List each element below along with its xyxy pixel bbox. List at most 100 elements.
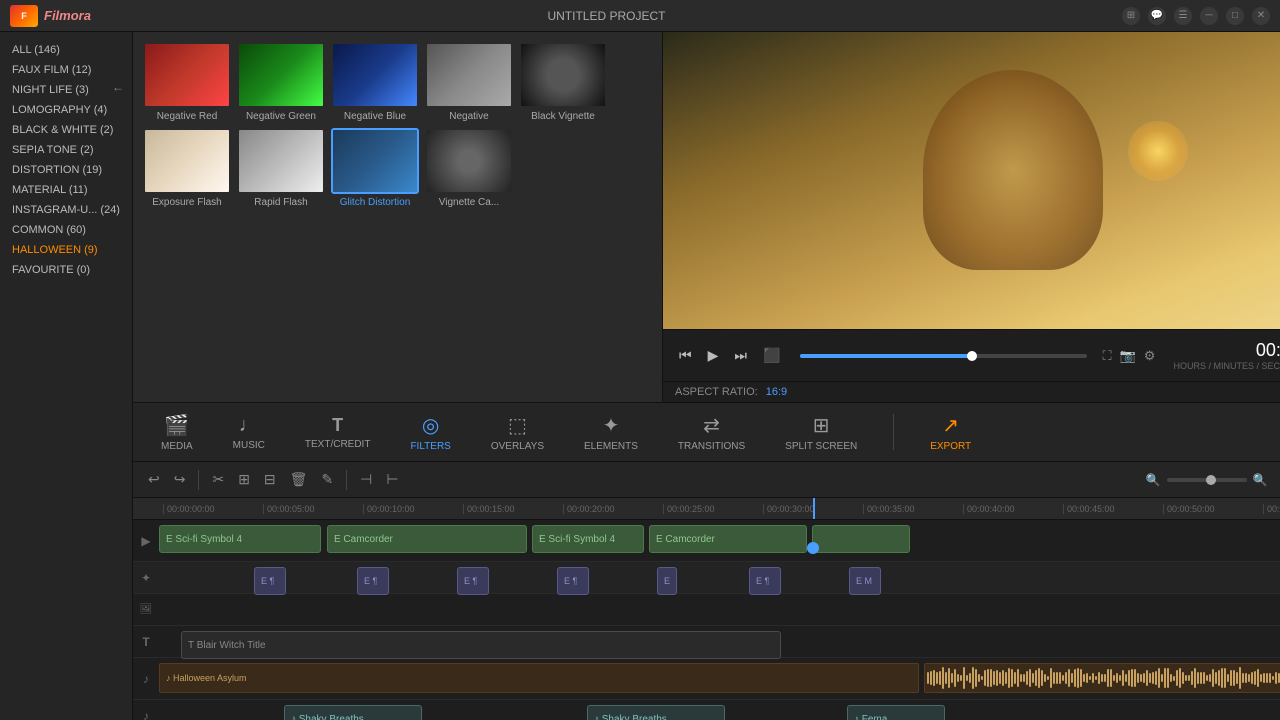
clip-sci-fi-1[interactable]: E Sci-fi Symbol 4 — [159, 525, 321, 553]
toolbar-music[interactable]: ♩ MUSIC — [225, 410, 273, 455]
track-audio2-content: ♪ Shaky Breaths ♪ Shaky Breaths ♪ Fema..… — [159, 700, 1280, 720]
sidebar-item-lomography[interactable]: LOMOGRAPHY (4) — [0, 100, 132, 120]
ruler-mark: 00:00:10:00 — [363, 504, 463, 514]
app-logo: F Filmora — [10, 5, 91, 27]
window-close-btn[interactable]: ✕ — [1252, 7, 1270, 25]
play-btn[interactable]: ▶ — [704, 345, 723, 366]
sidebar-item-all[interactable]: ALL (146) — [0, 40, 132, 60]
audio-halloween-cont[interactable] — [924, 663, 1280, 693]
filter-negative-red[interactable]: Negative Red — [143, 42, 231, 122]
ruler-mark: 00:00:40:00 — [963, 504, 1063, 514]
track-audio1: ♪ ♪ Halloween Asylum — [133, 658, 1280, 700]
elements-label: ELEMENTS — [584, 441, 638, 452]
export-icon: ↗ — [942, 413, 959, 438]
overlays-label: OVERLAYS — [491, 441, 544, 452]
clip-shaky-2[interactable]: ♪ Shaky Breaths — [587, 705, 725, 720]
window-maximize-btn[interactable]: □ — [1226, 7, 1244, 25]
redo-btn[interactable]: ↪ — [169, 469, 191, 490]
toolbar-export[interactable]: ↗ EXPORT — [922, 409, 979, 456]
filter-negative[interactable]: Negative — [425, 42, 513, 122]
effect-1[interactable]: E ¶ — [254, 567, 286, 595]
filter-glitch-distortion[interactable]: Glitch Distortion — [331, 128, 419, 208]
window-chat-btn[interactable]: 💬 — [1148, 7, 1166, 25]
effect-3[interactable]: E ¶ — [457, 567, 489, 595]
clip-camcorder-1[interactable]: E Camcorder — [327, 525, 527, 553]
fullscreen-icon[interactable]: ⛶ — [1103, 348, 1112, 364]
sidebar-item-instagram[interactable]: INSTAGRAM-U... (24) — [0, 200, 132, 220]
clip-title-blair[interactable]: T Blair Witch Title — [181, 631, 781, 659]
window-folder-btn[interactable]: ⊞ — [1122, 7, 1140, 25]
filter-black-vignette[interactable]: Black Vignette — [519, 42, 607, 122]
toolbar-overlays[interactable]: ⬚ OVERLAYS — [483, 409, 552, 456]
track-audio2: ♪ ♪ Shaky Breaths ♪ Shaky Breaths ♪ Fema… — [133, 700, 1280, 720]
ruler-marks: 00:00:00:0000:00:05:0000:00:10:0000:00:1… — [163, 504, 1280, 514]
fit-btn[interactable]: ⊡ — [1274, 469, 1280, 490]
overlays-icon: ⬚ — [508, 413, 527, 438]
toolbar-filters[interactable]: ◎ FILTERS — [402, 409, 458, 456]
clip-video-5[interactable] — [812, 525, 910, 553]
sidebar-item-distortion[interactable]: DISTORTION (19) — [0, 160, 132, 180]
sidebar-item-favourite[interactable]: FAVOURITE (0) — [0, 260, 132, 280]
clip-camcorder-2[interactable]: E Camcorder — [649, 525, 807, 553]
tl-right: 🔍 🔍 ⊡ 📷 ⏺ — [1146, 469, 1280, 491]
clip-shaky-1[interactable]: ♪ Shaky Breaths — [284, 705, 422, 720]
sidebar-item-faux-film[interactable]: FAUX FILM (12) — [0, 60, 132, 80]
marker-btn[interactable]: ✎ — [316, 469, 338, 490]
zoom-out-icon[interactable]: 🔍 — [1146, 473, 1161, 487]
progress-fill — [800, 354, 972, 358]
filter-exposure-flash[interactable]: Exposure Flash — [143, 128, 231, 208]
clip-sci-fi-2[interactable]: E Sci-fi Symbol 4 — [532, 525, 644, 553]
effect-7[interactable]: E M — [849, 567, 881, 595]
group-btn[interactable]: ⊞ — [233, 469, 255, 490]
zoom-in-icon[interactable]: 🔍 — [1253, 473, 1268, 487]
scissor-btn[interactable]: ✂ — [207, 469, 229, 490]
prev-frame-btn[interactable]: ⏮ — [675, 345, 696, 366]
effect-2[interactable]: E ¶ — [357, 567, 389, 595]
snap-right-btn[interactable]: ⊢ — [381, 469, 403, 490]
sidebar-item-common[interactable]: COMMON (60) — [0, 220, 132, 240]
filter-vignette-ca[interactable]: Vignette Ca... — [425, 128, 513, 208]
sidebar-item-halloween[interactable]: HALLOWEEN (9) — [0, 240, 132, 260]
effect-4[interactable]: E ¶ — [557, 567, 589, 595]
zoom-slider[interactable] — [1167, 478, 1247, 482]
toolbar-elements[interactable]: ✦ ELEMENTS — [576, 409, 646, 456]
toolbar-text[interactable]: T TEXT/CREDIT — [297, 411, 379, 454]
ruler-mark: 00:00:25:00 — [663, 504, 763, 514]
snap-left-btn[interactable]: ⊣ — [355, 469, 377, 490]
track-effects: ✦ E ¶ E ¶ E ¶ E ¶ E E ¶ E M — [133, 562, 1280, 594]
effect-5[interactable]: E — [657, 567, 677, 595]
stop-btn[interactable]: ⬛ — [759, 345, 784, 366]
progress-bar[interactable] — [800, 354, 1086, 358]
camera-icon[interactable]: 📷 — [1120, 348, 1136, 364]
window-list-btn[interactable]: ☰ — [1174, 7, 1192, 25]
next-frame-btn[interactable]: ⏭ — [730, 345, 751, 366]
sidebar-item-black-white[interactable]: BLACK & WHITE (2) — [0, 120, 132, 140]
split-label: SPLIT SCREEN — [785, 441, 857, 452]
sidebar-item-sepia-tone[interactable]: SEPIA TONE (2) — [0, 140, 132, 160]
main-layout: ← ALL (146)FAUX FILM (12)NIGHT LIFE (3)L… — [0, 32, 1280, 720]
clip-fema[interactable]: ♪ Fema... — [847, 705, 945, 720]
effect-6[interactable]: E ¶ — [749, 567, 781, 595]
toolbar-split[interactable]: ⊞ SPLIT SCREEN — [777, 409, 865, 456]
toolbar-media[interactable]: 🎬 MEDIA — [153, 409, 201, 456]
filter-negative-green[interactable]: Negative Green — [237, 42, 325, 122]
preview-icons: ⛶ 📷 ⚙ — [1103, 348, 1156, 364]
sidebar-back-icon[interactable]: ← — [112, 80, 124, 94]
ruler-mark: 00:00:15:00 — [463, 504, 563, 514]
filter-negative-blue[interactable]: Negative Blue — [331, 42, 419, 122]
toolbar-transitions[interactable]: ⇄ TRANSITIONS — [670, 409, 753, 456]
timeline-content[interactable]: 00:00:00:0000:00:05:0000:00:10:0000:00:1… — [133, 498, 1280, 720]
preview-video — [663, 32, 1280, 329]
undo-btn[interactable]: ↩ — [143, 469, 165, 490]
filter-rapid-flash[interactable]: Rapid Flash — [237, 128, 325, 208]
sidebar-item-material[interactable]: MATERIAL (11) — [0, 180, 132, 200]
window-minimize-btn[interactable]: ─ — [1200, 7, 1218, 25]
time-label: HOURS / MINUTES / SECONDS / FRAMES — [1173, 361, 1280, 371]
track-image-icon: 🖼 — [133, 604, 159, 615]
split-btn[interactable]: ⊟ — [259, 469, 281, 490]
filter-label-negative-blue: Negative Blue — [331, 111, 419, 122]
delete-btn[interactable]: 🗑 — [285, 469, 313, 490]
audio-halloween[interactable]: ♪ Halloween Asylum — [159, 663, 919, 693]
media-label: MEDIA — [161, 441, 193, 452]
settings-icon[interactable]: ⚙ — [1144, 348, 1156, 364]
